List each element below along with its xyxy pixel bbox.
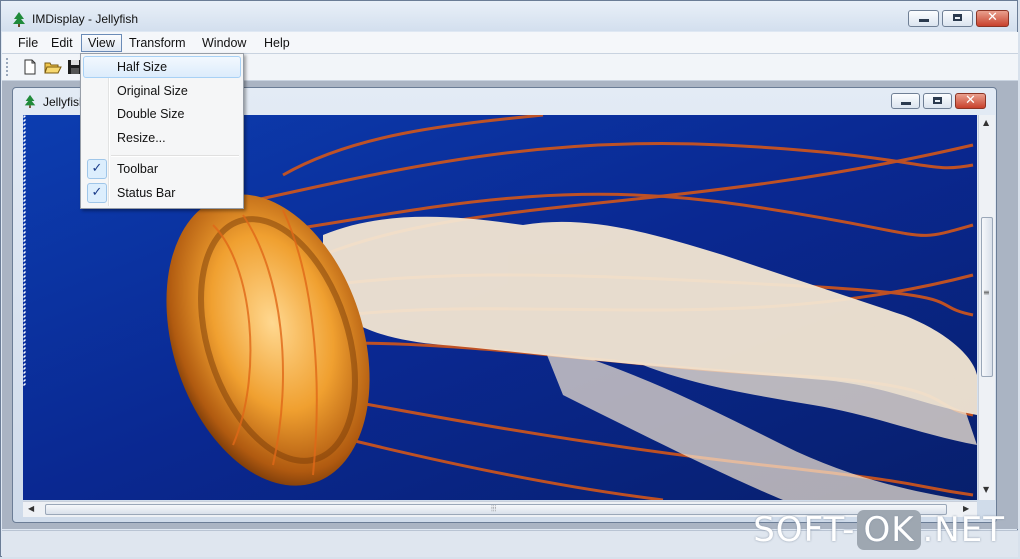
app-tree-icon <box>13 12 25 27</box>
maximize-icon <box>953 14 962 21</box>
checkmark-icon: ✓ <box>87 159 107 179</box>
grip-icon: ⦙⦙⦙ <box>491 504 497 513</box>
minimize-button[interactable] <box>908 10 939 27</box>
menu-help[interactable]: Help <box>258 34 296 52</box>
watermark-part1: SOFT- <box>753 510 856 550</box>
minimize-icon <box>901 102 911 105</box>
menu-item-status-bar[interactable]: ✓ Status Bar <box>83 182 241 204</box>
menu-item-label: Original Size <box>117 84 188 98</box>
child-maximize-button[interactable] <box>923 93 952 109</box>
menu-bar: File Edit View Transform Window Help <box>2 32 1018 54</box>
menu-file[interactable]: File <box>12 34 44 52</box>
window-title: IMDisplay - Jellyfish <box>32 12 139 26</box>
scroll-down-icon[interactable]: ▼ <box>983 485 989 494</box>
menu-separator <box>111 155 239 157</box>
image-tree-icon <box>24 94 36 108</box>
menu-item-half-size[interactable]: Half Size <box>83 56 241 78</box>
view-menu-dropdown: Half Size Original Size Double Size Resi… <box>80 53 244 209</box>
menu-item-original-size[interactable]: Original Size <box>83 80 241 102</box>
menu-view[interactable]: View <box>81 34 122 52</box>
menu-item-label: Half Size <box>117 60 168 74</box>
menu-transform[interactable]: Transform <box>123 34 192 52</box>
vertical-scrollbar[interactable]: ▲ ≡ ▼ <box>978 115 995 500</box>
menu-item-label: Double Size <box>117 107 185 121</box>
maximize-button[interactable] <box>942 10 973 27</box>
checkmark-icon: ✓ <box>87 183 107 203</box>
menu-item-label: Status Bar <box>117 186 176 200</box>
menu-item-toolbar[interactable]: ✓ Toolbar <box>83 158 241 180</box>
close-icon: ✕ <box>987 10 998 25</box>
title-bar[interactable]: IMDisplay - Jellyfish ✕ <box>1 1 1017 31</box>
watermark-part2: OK <box>857 510 921 550</box>
menu-item-double-size[interactable]: Double Size <box>83 103 241 125</box>
menu-item-label: Resize... <box>117 131 166 145</box>
menu-item-label: Toolbar <box>117 162 158 176</box>
watermark: SOFT- OK .NET <box>753 510 1005 550</box>
maximize-icon <box>933 97 942 104</box>
scroll-up-icon[interactable]: ▲ <box>983 118 989 127</box>
toolbar-grip[interactable] <box>6 58 11 76</box>
scroll-left-icon[interactable]: ◀ <box>28 504 34 513</box>
vertical-scroll-thumb[interactable]: ≡ <box>981 217 993 377</box>
menu-edit[interactable]: Edit <box>45 34 79 52</box>
watermark-part3: .NET <box>922 510 1005 550</box>
close-icon: ✕ <box>965 93 976 108</box>
menu-item-resize[interactable]: Resize... <box>83 127 241 149</box>
grip-icon: ≡ <box>983 288 990 297</box>
minimize-icon <box>919 19 929 22</box>
menu-window[interactable]: Window <box>196 34 252 52</box>
close-button[interactable]: ✕ <box>976 10 1009 27</box>
open-folder-icon[interactable] <box>44 58 62 76</box>
child-close-button[interactable]: ✕ <box>955 93 986 109</box>
child-minimize-button[interactable] <box>891 93 920 109</box>
new-file-icon[interactable] <box>21 58 39 76</box>
main-window: IMDisplay - Jellyfish ✕ File Edit View T… <box>0 0 1018 557</box>
